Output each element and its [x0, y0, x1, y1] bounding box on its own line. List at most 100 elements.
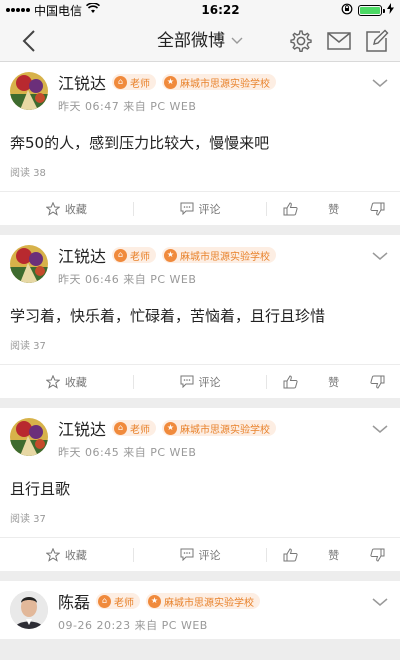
user-name[interactable]: 江锐达	[58, 416, 106, 440]
school-icon: ★	[148, 594, 162, 608]
like-button[interactable]	[283, 374, 298, 389]
comment-button[interactable]: 评论	[134, 365, 267, 398]
name-line: 江锐达 ⌂ 老师 ★ 麻城市思源实验学校	[58, 70, 277, 94]
school-label: 麻城市思源实验学校	[180, 251, 271, 263]
comment-button[interactable]: 评论	[134, 192, 267, 225]
post-card[interactable]: 江锐达 ⌂ 老师 ★ 麻城市思源实验学校 昨天 06:46 来自 PC WEB 学习…	[0, 235, 400, 398]
name-line: 江锐达 ⌂ 老师 ★ 麻城市思源实验学校	[58, 243, 277, 267]
star-icon	[45, 547, 60, 562]
like-label[interactable]: 赞	[328, 201, 339, 217]
thumbs-down-icon	[370, 202, 385, 216]
post-card[interactable]: 江锐达 ⌂ 老师 ★ 麻城市思源实验学校 昨天 06:45 来自 PC WEB 且行…	[0, 408, 400, 571]
user-name[interactable]: 陈磊	[58, 589, 90, 613]
wifi-icon	[85, 2, 101, 17]
compose-button[interactable]	[364, 28, 390, 54]
user-name[interactable]: 江锐达	[58, 243, 106, 267]
post-actions: 收藏 评论 赞	[0, 364, 400, 398]
post-header: 江锐达 ⌂ 老师 ★ 麻城市思源实验学校 昨天 06:45 来自 PC WEB	[0, 408, 400, 466]
teacher-icon: ⌂	[114, 75, 128, 89]
thumbs-down-icon	[370, 375, 385, 389]
favorite-button[interactable]: 收藏	[0, 365, 133, 398]
thumbs-up-icon	[283, 547, 298, 561]
nav-icons	[288, 28, 390, 54]
school-label: 麻城市思源实验学校	[180, 78, 271, 90]
avatar[interactable]	[10, 245, 48, 283]
read-count: 阅读 37	[10, 341, 46, 352]
comment-label: 评论	[198, 375, 221, 389]
back-button[interactable]	[16, 28, 42, 54]
post-header: 江锐达 ⌂ 老师 ★ 麻城市思源实验学校 昨天 06:47 来自 PC WEB	[0, 62, 400, 120]
teacher-icon: ⌂	[114, 248, 128, 262]
back-icon	[22, 30, 35, 52]
name-line: 陈磊 ⌂ 老师 ★ 麻城市思源实验学校	[58, 589, 261, 613]
school-icon: ★	[164, 75, 178, 89]
like-group: 赞	[267, 192, 400, 225]
post-card[interactable]: 江锐达 ⌂ 老师 ★ 麻城市思源实验学校 昨天 06:47 来自 PC WEB 奔5…	[0, 62, 400, 225]
signal-icon	[6, 8, 30, 12]
role-badge: ⌂ 老师	[112, 420, 157, 436]
carrier-label: 中国电信	[34, 3, 83, 18]
like-label[interactable]: 赞	[328, 374, 339, 390]
chevron-down-icon[interactable]	[372, 249, 388, 263]
school-icon: ★	[164, 248, 178, 262]
role-label: 老师	[130, 424, 151, 436]
chevron-down-icon	[231, 37, 243, 44]
post-actions: 收藏 评论 赞	[0, 191, 400, 225]
chevron-down-icon[interactable]	[372, 595, 388, 609]
post-card[interactable]: 陈磊 ⌂ 老师 ★ 麻城市思源实验学校 09-26 20:23 来自 PC WEB	[0, 581, 400, 639]
avatar[interactable]	[10, 591, 48, 629]
dislike-button[interactable]	[370, 375, 385, 389]
chevron-down-icon[interactable]	[372, 422, 388, 436]
read-count: 阅读 37	[10, 514, 46, 525]
status-right	[341, 3, 394, 18]
avatar[interactable]	[10, 72, 48, 110]
charging-icon	[387, 3, 394, 17]
read-count: 阅读 38	[10, 168, 46, 179]
post-meta: 昨天 06:46 来自 PC WEB	[58, 273, 197, 286]
compose-icon	[366, 29, 389, 52]
comment-icon	[180, 375, 193, 388]
thumbs-up-icon	[283, 201, 298, 215]
avatar[interactable]	[10, 418, 48, 456]
name-line: 江锐达 ⌂ 老师 ★ 麻城市思源实验学校	[58, 416, 277, 440]
role-badge: ⌂ 老师	[96, 593, 141, 609]
post-header: 江锐达 ⌂ 老师 ★ 麻城市思源实验学校 昨天 06:46 来自 PC WEB	[0, 235, 400, 293]
post-content[interactable]: 且行且歌	[0, 466, 400, 500]
chevron-down-icon[interactable]	[372, 76, 388, 90]
favorite-button[interactable]: 收藏	[0, 192, 133, 225]
gear-icon	[290, 30, 312, 53]
feed-filter-dropdown[interactable]: 全部微博	[157, 20, 243, 62]
settings-button[interactable]	[288, 28, 314, 54]
comment-label: 评论	[198, 202, 221, 216]
battery-icon	[358, 4, 385, 16]
nav-bar: 全部微博	[0, 20, 400, 62]
post-content[interactable]: 学习着，快乐着，忙碌着，苦恼着，且行且珍惜	[0, 293, 400, 327]
role-label: 老师	[130, 251, 151, 263]
messages-button[interactable]	[326, 28, 352, 54]
role-badge: ⌂ 老师	[112, 247, 157, 263]
post-actions: 收藏 评论 赞	[0, 537, 400, 571]
orientation-lock-icon	[341, 3, 353, 18]
like-group: 赞	[267, 538, 400, 571]
favorite-button[interactable]: 收藏	[0, 538, 133, 571]
post-meta: 09-26 20:23 来自 PC WEB	[58, 619, 208, 632]
post-meta: 昨天 06:47 来自 PC WEB	[58, 100, 197, 113]
teacher-icon: ⌂	[114, 421, 128, 435]
post-content[interactable]: 奔50的人，感到压力比较大，慢慢来吧	[0, 120, 400, 154]
dislike-button[interactable]	[370, 202, 385, 216]
favorite-label: 收藏	[64, 202, 87, 216]
comment-button[interactable]: 评论	[134, 538, 267, 571]
like-label[interactable]: 赞	[328, 547, 339, 563]
post-meta: 昨天 06:45 来自 PC WEB	[58, 446, 197, 459]
like-button[interactable]	[283, 201, 298, 216]
like-group: 赞	[267, 365, 400, 398]
dislike-button[interactable]	[370, 548, 385, 562]
school-badge: ★ 麻城市思源实验学校	[162, 420, 277, 436]
comment-icon	[180, 548, 193, 561]
user-name[interactable]: 江锐达	[58, 70, 106, 94]
role-badge: ⌂ 老师	[112, 74, 157, 90]
thumbs-up-icon	[283, 374, 298, 388]
like-button[interactable]	[283, 547, 298, 562]
thumbs-down-icon	[370, 548, 385, 562]
feed-list[interactable]: 江锐达 ⌂ 老师 ★ 麻城市思源实验学校 昨天 06:47 来自 PC WEB 奔5…	[0, 62, 400, 660]
